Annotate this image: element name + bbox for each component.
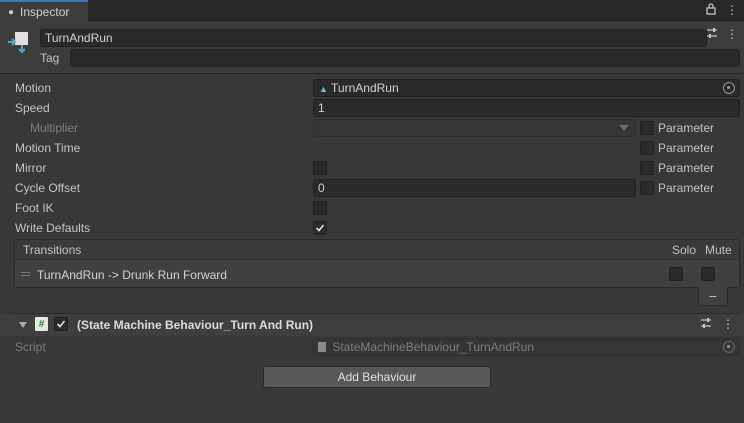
multiplier-parameter-checkbox[interactable] <box>640 121 654 135</box>
motion-time-label: Motion Time <box>15 141 81 155</box>
behaviour-enabled-checkbox[interactable] <box>54 317 68 331</box>
solo-header-label: Solo <box>672 243 697 257</box>
transitions-list: Transitions Solo Mute TurnAndRun -> Drun… <box>14 239 740 288</box>
cycle-offset-field[interactable]: 0 <box>313 179 636 197</box>
script-row: Script StateMachineBehaviour_TurnAndRun <box>0 337 744 357</box>
more-menu-icon[interactable]: ⋮ <box>726 3 738 18</box>
script-label: Script <box>15 340 46 354</box>
tab-tools: ⋮ <box>706 3 738 18</box>
motion-label: Motion <box>15 81 52 95</box>
transition-label: TurnAndRun -> Drunk Run Forward <box>37 268 227 282</box>
behaviour-header[interactable]: # (State Machine Behaviour_Turn And Run)… <box>0 314 744 336</box>
write-defaults-label: Write Defaults <box>15 221 91 235</box>
animator-state-icon <box>6 30 30 54</box>
speed-field[interactable]: 1 <box>313 99 740 117</box>
behaviour-title: (State Machine Behaviour_Turn And Run) <box>77 318 314 332</box>
remove-transition-button[interactable]: − <box>698 287 728 306</box>
add-behaviour-button[interactable]: Add Behaviour <box>263 366 491 388</box>
mirror-parameter-label: Parameter <box>658 161 715 175</box>
transitions-header: Transitions Solo Mute <box>15 240 739 260</box>
foot-ik-row: Foot IK <box>0 198 744 218</box>
transition-solo-checkbox[interactable] <box>669 267 683 281</box>
drag-handle-icon[interactable] <box>21 272 30 276</box>
mute-header-label: Mute <box>705 243 732 257</box>
transitions-header-label: Transitions <box>23 243 82 257</box>
multiplier-row: Multiplier Parameter <box>0 118 744 138</box>
write-defaults-checkbox[interactable] <box>313 221 327 235</box>
tab-label: Inspector <box>20 5 70 19</box>
tag-field[interactable] <box>70 49 740 67</box>
dropdown-arrow-icon <box>619 125 629 131</box>
mirror-checkbox[interactable] <box>313 161 327 175</box>
motion-time-parameter-label: Parameter <box>658 141 715 155</box>
preset-sliders-icon[interactable] <box>706 27 718 42</box>
animation-clip-icon: ▲ <box>319 84 328 94</box>
object-picker-icon[interactable] <box>723 82 735 94</box>
cycle-offset-row: Cycle Offset 0 Parameter <box>0 178 744 198</box>
speed-label: Speed <box>15 101 50 115</box>
mirror-label: Mirror <box>15 161 47 175</box>
script-field: StateMachineBehaviour_TurnAndRun <box>313 338 740 356</box>
multiplier-parameter-label: Parameter <box>658 121 715 135</box>
cs-script-icon <box>318 342 326 352</box>
info-icon: ● <box>7 6 15 18</box>
motion-time-parameter-checkbox[interactable] <box>640 141 654 155</box>
header-tools: ⋮ <box>706 27 738 42</box>
mirror-parameter-checkbox[interactable] <box>640 161 654 175</box>
multiplier-dropdown[interactable] <box>313 119 636 137</box>
tab-bar: ● Inspector ⋮ <box>0 0 744 22</box>
cycle-offset-parameter-label: Parameter <box>658 181 715 195</box>
lock-icon[interactable] <box>706 3 716 18</box>
script-value: StateMachineBehaviour_TurnAndRun <box>332 340 535 354</box>
motion-value: TurnAndRun <box>331 81 399 95</box>
state-name-field[interactable]: TurnAndRun <box>40 29 707 47</box>
checkmark-icon <box>315 224 325 232</box>
behaviour-tools: ⋮ <box>700 317 734 332</box>
context-menu-icon[interactable]: ⋮ <box>726 27 738 42</box>
tab-inspector[interactable]: ● Inspector <box>0 0 88 22</box>
foldout-arrow-icon[interactable] <box>19 322 27 328</box>
cycle-offset-parameter-checkbox[interactable] <box>640 181 654 195</box>
transition-item[interactable]: TurnAndRun -> Drunk Run Forward <box>15 261 739 287</box>
motion-field[interactable]: ▲ TurnAndRun <box>313 79 740 97</box>
preset-sliders-icon[interactable] <box>700 317 712 332</box>
speed-row: Speed 1 <box>0 98 744 118</box>
write-defaults-row: Write Defaults <box>0 218 744 238</box>
foot-ik-checkbox[interactable] <box>313 201 327 215</box>
foot-ik-label: Foot IK <box>15 201 54 215</box>
motion-row: Motion ▲ TurnAndRun <box>0 78 744 98</box>
object-picker-icon <box>723 341 735 353</box>
cycle-offset-label: Cycle Offset <box>15 181 81 195</box>
context-menu-icon[interactable]: ⋮ <box>722 317 734 332</box>
checkmark-icon <box>56 320 66 328</box>
mirror-row: Mirror Parameter <box>0 158 744 178</box>
tag-label: Tag <box>40 51 60 65</box>
motion-time-row: Motion Time Parameter <box>0 138 744 158</box>
inspector-header: TurnAndRun Tag ⋮ <box>0 22 744 74</box>
script-icon: # <box>35 317 48 331</box>
multiplier-label: Multiplier <box>30 121 79 135</box>
transition-mute-checkbox[interactable] <box>701 267 715 281</box>
